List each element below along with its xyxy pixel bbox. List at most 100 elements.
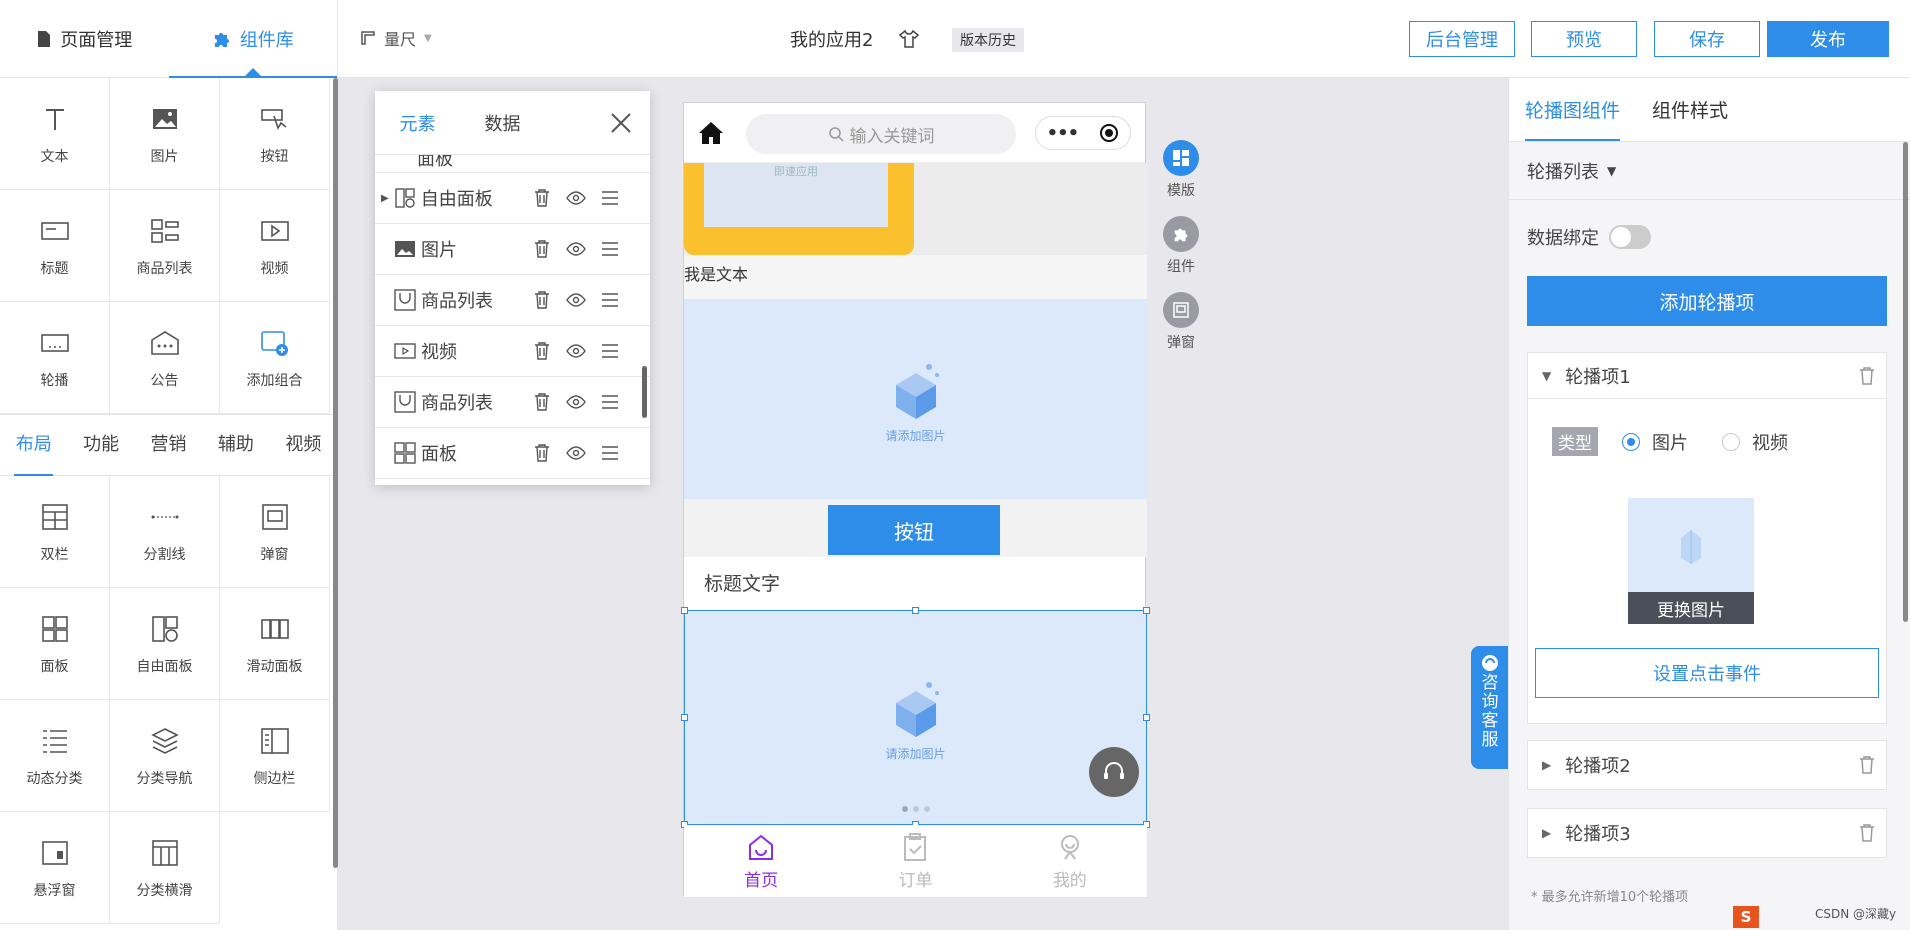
trash-icon[interactable] — [1858, 755, 1876, 775]
close-icon[interactable] — [608, 110, 634, 136]
category-tab[interactable]: 视频 — [270, 414, 337, 476]
component-item[interactable]: 分割线 — [110, 476, 220, 588]
component-item[interactable]: 按钮 — [220, 78, 330, 190]
category-tab[interactable]: 布局 — [0, 414, 67, 476]
eye-icon[interactable] — [566, 443, 586, 463]
trash-icon[interactable] — [1858, 366, 1876, 386]
component-item[interactable]: 面板 — [0, 588, 110, 700]
trash-icon[interactable] — [1858, 823, 1876, 843]
phone-tab[interactable]: 首页 — [684, 825, 838, 897]
title-component[interactable]: 标题文字 — [704, 569, 780, 596]
text-component[interactable]: 我是文本 — [684, 255, 1147, 299]
record-icon[interactable] — [1099, 123, 1119, 143]
component-item[interactable]: 分类横滑 — [110, 812, 220, 924]
tab-page-management[interactable]: 页面管理 — [0, 0, 169, 78]
component-item[interactable]: 动态分类 — [0, 700, 110, 812]
backend-management-button[interactable]: 后台管理 — [1409, 21, 1515, 57]
tree-row[interactable]: 商品列表 — [375, 377, 650, 428]
carousel-item-2[interactable]: ▶ 轮播项2 — [1527, 740, 1887, 790]
ruler-dropdown[interactable]: 量尺 ▼ — [360, 26, 432, 50]
component-item[interactable]: 添加组合 — [220, 302, 330, 414]
right-panel-scrollbar[interactable] — [1903, 142, 1908, 622]
eye-icon[interactable] — [566, 290, 586, 310]
drag-handle-icon[interactable] — [600, 392, 620, 412]
phone-search-bar[interactable]: 输入关键词 — [746, 114, 1016, 154]
resize-handle[interactable] — [1143, 607, 1150, 614]
image-component[interactable]: 请添加图片 — [684, 299, 1147, 499]
drag-handle-icon[interactable] — [600, 443, 620, 463]
popup-scrollbar[interactable] — [642, 366, 647, 418]
component-item[interactable]: 悬浮窗 — [0, 812, 110, 924]
theme-shirt-icon[interactable] — [898, 28, 920, 50]
phone-tab[interactable]: 订单 — [838, 825, 992, 897]
tab-component-style[interactable]: 组件样式 — [1636, 78, 1744, 141]
trash-icon[interactable] — [532, 290, 552, 310]
trash-icon[interactable] — [532, 188, 552, 208]
more-dots-icon[interactable]: ••• — [1047, 123, 1080, 144]
tab-elements[interactable]: 元素 — [375, 110, 460, 136]
component-item[interactable]: 图片 — [110, 78, 220, 190]
category-tab[interactable]: 功能 — [67, 414, 134, 476]
type-video-radio[interactable] — [1722, 432, 1740, 451]
resize-handle[interactable] — [681, 607, 688, 614]
component-item[interactable]: 文本 — [0, 78, 110, 190]
eye-icon[interactable] — [566, 392, 586, 412]
data-binding-toggle[interactable] — [1609, 225, 1651, 249]
add-carousel-item-button[interactable]: 添加轮播项 — [1527, 276, 1887, 326]
resize-handle[interactable] — [912, 607, 919, 614]
carousel-item-3[interactable]: ▶ 轮播项3 — [1527, 808, 1887, 858]
resize-handle[interactable] — [1143, 714, 1150, 721]
trash-icon[interactable] — [532, 392, 552, 412]
caret-right-icon[interactable]: ▶ — [381, 193, 389, 204]
tree-row[interactable]: ▶ 自由面板 — [375, 173, 650, 224]
component-item[interactable]: 商品列表 — [110, 190, 220, 302]
version-history-button[interactable]: 版本历史 — [952, 28, 1024, 52]
type-image-radio[interactable] — [1622, 432, 1640, 451]
component-item[interactable]: 轮播 — [0, 302, 110, 414]
eye-icon[interactable] — [566, 188, 586, 208]
publish-button[interactable]: 发布 — [1767, 21, 1889, 57]
component-item[interactable]: 视频 — [220, 190, 330, 302]
component-item[interactable]: 分类导航 — [110, 700, 220, 812]
tree-row[interactable]: 商品列表 — [375, 275, 650, 326]
drag-handle-icon[interactable] — [600, 290, 620, 310]
trash-icon[interactable] — [532, 341, 552, 361]
component-item[interactable]: 滑动面板 — [220, 588, 330, 700]
tab-data[interactable]: 数据 — [460, 110, 545, 136]
tree-row[interactable]: 面板 — [375, 428, 650, 479]
component-item[interactable]: 自由面板 — [110, 588, 220, 700]
template-button[interactable]: 模版 — [1163, 140, 1199, 200]
change-image-button[interactable]: 更换图片 — [1628, 592, 1754, 624]
preview-button[interactable]: 预览 — [1531, 21, 1637, 57]
eye-icon[interactable] — [566, 341, 586, 361]
phone-tab[interactable]: 我的 — [993, 825, 1147, 897]
drag-handle-icon[interactable] — [600, 341, 620, 361]
customer-support-tab[interactable]: 咨询客服 — [1471, 646, 1509, 769]
trash-icon[interactable] — [532, 239, 552, 259]
carousel-component-selected[interactable]: 请添加图片 — [681, 607, 1150, 828]
drag-handle-icon[interactable] — [600, 188, 620, 208]
tab-component-library[interactable]: 组件库 — [168, 0, 338, 78]
trash-icon[interactable] — [532, 443, 552, 463]
carousel-item-1-header[interactable]: ▼ 轮播项1 — [1528, 353, 1886, 399]
tree-row[interactable]: 图片 — [375, 224, 650, 275]
tab-carousel-component[interactable]: 轮播图组件 — [1509, 78, 1636, 141]
drag-handle-icon[interactable] — [600, 239, 620, 259]
component-item[interactable]: 弹窗 — [220, 476, 330, 588]
category-tab[interactable]: 辅助 — [202, 414, 269, 476]
save-button[interactable]: 保存 — [1654, 21, 1760, 57]
component-item[interactable]: 标题 — [0, 190, 110, 302]
category-tab[interactable]: 营销 — [135, 414, 202, 476]
headset-support-icon[interactable] — [1089, 747, 1139, 797]
tree-row[interactable]: 视频 — [375, 326, 650, 377]
component-item[interactable]: 侧边栏 — [220, 700, 330, 812]
carousel-list-section-header[interactable]: 轮播列表 ▼ — [1509, 142, 1910, 200]
notice-component[interactable]: 即速应用 — [684, 163, 1147, 255]
home-icon[interactable] — [698, 121, 724, 145]
component-item[interactable]: 双栏 — [0, 476, 110, 588]
eye-icon[interactable] — [566, 239, 586, 259]
component-button[interactable]: 组件 — [1163, 216, 1199, 276]
set-click-event-button[interactable]: 设置点击事件 — [1535, 648, 1879, 698]
phone-button[interactable]: 按钮 — [828, 505, 1000, 555]
component-item[interactable]: 公告 — [110, 302, 220, 414]
